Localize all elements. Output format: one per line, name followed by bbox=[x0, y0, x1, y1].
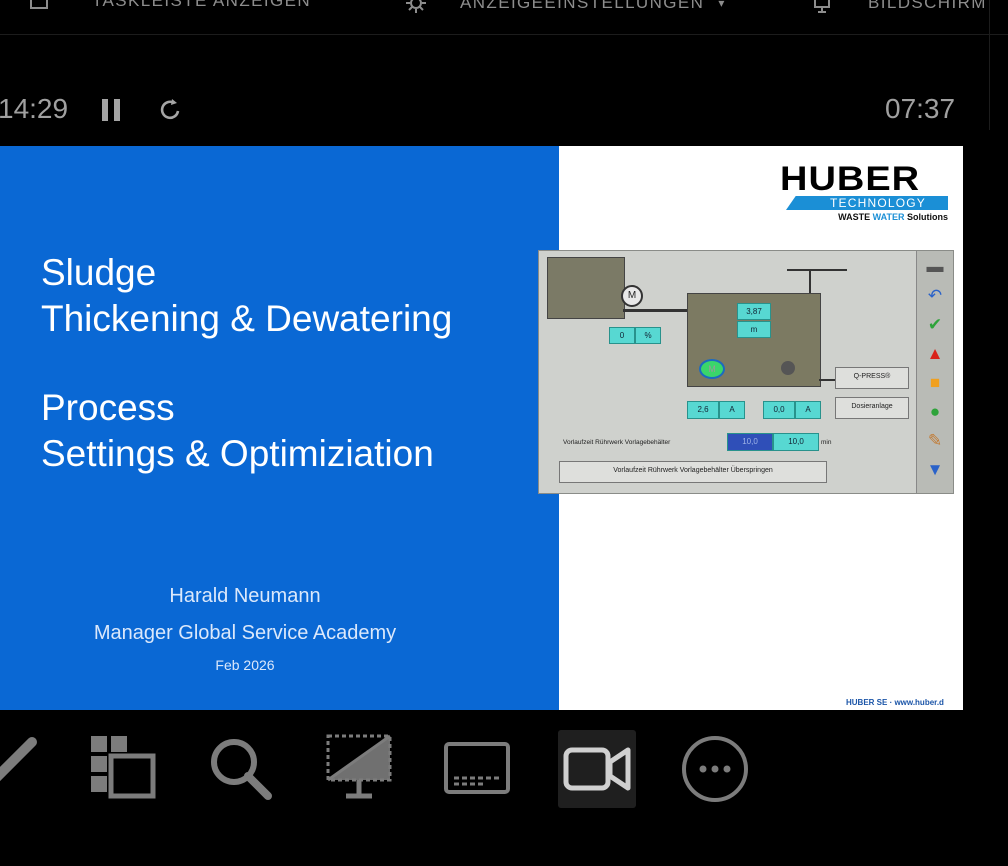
info-icon: ● bbox=[929, 402, 941, 421]
warning-icon: ■ bbox=[929, 373, 941, 392]
slide-subtitle: Process Settings & Optimiziation bbox=[41, 387, 434, 474]
slides-overview-icon bbox=[91, 736, 156, 799]
agitator-icon bbox=[781, 361, 795, 375]
dosing-button: Dosieranlage bbox=[835, 397, 909, 419]
presenter-top-toolbar: TASKLEISTE ANZEIGEN ANZEIGEEINSTELLUNGEN… bbox=[0, 0, 1008, 35]
display-settings-label: ANZEIGEEINSTELLUNGEN bbox=[460, 0, 705, 12]
presenter-role: Manager Global Service Academy bbox=[93, 622, 397, 644]
feed-tank bbox=[547, 257, 625, 319]
zoom-button[interactable] bbox=[202, 730, 280, 808]
pause-button[interactable] bbox=[102, 99, 122, 121]
hmi-side-toolbar: ▬ ↶ ✔ ▲ ■ ● ✎ ▼ bbox=[916, 251, 953, 493]
pause-icon bbox=[102, 99, 108, 121]
subtitles-icon bbox=[444, 742, 510, 794]
restart-timer-button[interactable] bbox=[159, 97, 183, 128]
screen-menu[interactable]: BILDSCHIRM bbox=[812, 0, 987, 15]
monitor-icon bbox=[814, 0, 830, 13]
save-icon: ▬ bbox=[926, 257, 944, 276]
taskbar-toggle[interactable]: TASKLEISTE ANZEIGEN bbox=[30, 0, 311, 11]
black-screen-button[interactable] bbox=[320, 730, 398, 808]
pen-tool-button[interactable] bbox=[0, 730, 48, 808]
presentation-date: Feb 2026 bbox=[215, 657, 275, 673]
presenter-name: Harald Neumann bbox=[169, 585, 321, 607]
current-slide: Sludge Thickening & Dewatering Process S… bbox=[0, 146, 963, 710]
more-options-icon bbox=[682, 736, 748, 802]
skip-prerun-button: Vorlaufzeit Rührwerk Vorlagebehälter Übe… bbox=[559, 461, 827, 483]
slide-title: Sludge Thickening & Dewatering bbox=[41, 252, 453, 339]
display-settings-menu[interactable]: ANZEIGEEINSTELLUNGEN ▾ bbox=[404, 0, 726, 15]
see-all-slides-button[interactable] bbox=[83, 730, 161, 808]
pump-motor-icon: M bbox=[699, 359, 725, 379]
taskbar-label: TASKLEISTE ANZEIGEN bbox=[92, 0, 312, 10]
pen-icon bbox=[0, 737, 37, 782]
slide-title-panel: Sludge Thickening & Dewatering Process S… bbox=[0, 146, 559, 710]
check-icon: ✔ bbox=[927, 315, 943, 334]
taskbar-icon bbox=[30, 0, 48, 9]
window-edge bbox=[989, 0, 1008, 130]
chevron-down-icon: ▾ bbox=[718, 0, 726, 10]
camera-button[interactable] bbox=[558, 730, 636, 808]
screen-label: BILDSCHIRM bbox=[868, 0, 987, 12]
undo-icon: ↶ bbox=[927, 286, 943, 305]
mixer-motor-icon: M bbox=[621, 285, 643, 307]
qpress-button: Q-PRESS® bbox=[835, 367, 909, 389]
restart-icon bbox=[160, 99, 180, 120]
more-options-button[interactable] bbox=[676, 730, 754, 808]
arrow-down-icon: ▼ bbox=[926, 460, 944, 479]
remaining-time: 07:37 bbox=[885, 93, 956, 124]
camera-icon bbox=[563, 747, 631, 791]
huber-logo: HUBER TECHNOLOGY WASTE WATER Solutions bbox=[780, 160, 948, 222]
alarm-icon: ▲ bbox=[926, 344, 944, 363]
slide-footer: HUBER SE · www.huber.d bbox=[846, 698, 944, 707]
zoom-icon bbox=[211, 739, 272, 800]
black-screen-icon bbox=[326, 734, 392, 799]
subtitles-button[interactable] bbox=[438, 730, 516, 808]
hmi-control-screen-photo: M 3,87 m 0 % M Q-PRESS® Dosieranlage 2,6… bbox=[538, 250, 954, 494]
tools-icon: ✎ bbox=[927, 431, 943, 450]
gear-icon bbox=[406, 0, 426, 13]
elapsed-time: 14:29 bbox=[0, 93, 69, 124]
